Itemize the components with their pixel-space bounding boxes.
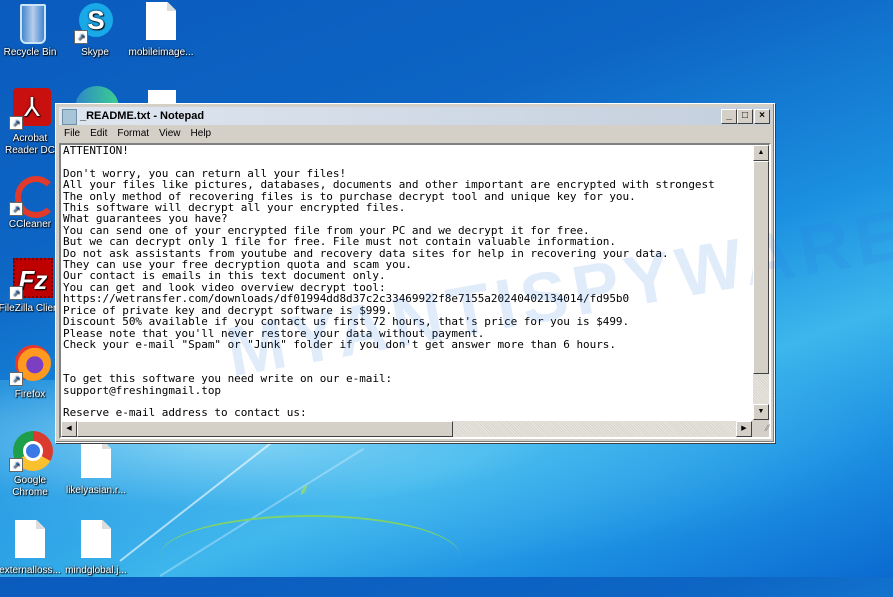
scroll-right-button[interactable]: ▶ (736, 421, 752, 437)
shortcut-arrow-icon: ↗ (9, 202, 23, 216)
title-bar[interactable]: _README.txt - Notepad _ □ × (59, 107, 771, 125)
desktop-icon-externalloss[interactable]: externalloss... (0, 520, 65, 577)
wallpaper-sprout: ⸙ (298, 482, 311, 499)
resize-grip-icon[interactable]: ⁄⁄ (752, 420, 769, 437)
shortcut-arrow-icon: ↗ (9, 458, 23, 472)
desktop-icon-label: Skype (81, 47, 109, 58)
text-line: https://wetransfer.com/downloads/df01994… (63, 292, 630, 306)
close-button[interactable]: × (754, 109, 770, 124)
desktop-icon-label: mobileimage... (128, 47, 194, 58)
file-icon (75, 440, 117, 482)
desktop-icon-label: likelyasian.r... (65, 485, 127, 496)
text-content[interactable]: ATTENTION! Don't worry, you can return a… (62, 145, 751, 419)
horizontal-scroll-thumb[interactable] (77, 421, 453, 437)
minimize-button[interactable]: _ (721, 109, 737, 124)
recycle-bin-icon (9, 2, 51, 44)
shortcut-arrow-icon: ↗ (74, 30, 88, 44)
menu-edit[interactable]: Edit (85, 126, 112, 142)
desktop-icon-label: Recycle Bin (3, 47, 57, 58)
scroll-left-button[interactable]: ◀ (61, 421, 77, 437)
desktop-icon-label: Google Chrome (12, 475, 48, 498)
text-line: To get this software you need write on o… (63, 372, 393, 386)
wallpaper-vine (160, 515, 460, 597)
desktop-icon-skype[interactable]: S ↗ Skype (60, 2, 130, 59)
acrobat-icon: ⅄ ↗ (9, 88, 51, 130)
maximize-button[interactable]: □ (737, 109, 753, 124)
desktop-icon-recycle-bin[interactable]: Recycle Bin (0, 2, 65, 59)
text-line: Reserve e-mail address to contact us: (63, 406, 307, 419)
scroll-up-button[interactable]: ▲ (753, 145, 769, 161)
text-line: support@freshingmail.top (63, 383, 221, 397)
menu-file[interactable]: File (59, 126, 85, 142)
chrome-icon: ↗ (9, 430, 53, 472)
menu-view[interactable]: View (154, 126, 186, 142)
text-line: Discount 50% available if you contact us… (63, 315, 630, 329)
text-line (63, 350, 751, 361)
notepad-icon (62, 109, 77, 125)
file-icon (9, 520, 51, 562)
shortcut-arrow-icon: ↗ (9, 116, 23, 130)
desktop-icon-mobileimage[interactable]: mobileimage... (126, 2, 196, 59)
menu-help[interactable]: Help (186, 126, 217, 142)
scroll-down-button[interactable]: ▼ (753, 404, 769, 420)
shortcut-arrow-icon: ↗ (9, 372, 23, 386)
ccleaner-icon: ↗ (9, 174, 57, 218)
desktop-icon-label: externalloss... (0, 565, 61, 576)
desktop-icon-label: mindglobal.j... (65, 565, 127, 576)
text-editor[interactable]: ATTENTION! Don't worry, you can return a… (59, 143, 893, 439)
text-line: ATTENTION! (63, 145, 129, 157)
shortcut-arrow-icon: ↗ (9, 286, 23, 300)
file-icon (75, 520, 117, 562)
text-line: Check your e-mail "Spam" or "Junk" folde… (63, 337, 616, 351)
menu-format[interactable]: Format (112, 126, 154, 142)
vertical-scrollbar[interactable]: ▲ ▼ (753, 145, 769, 420)
file-icon (140, 2, 182, 44)
filezilla-icon: Fz ↗ (9, 258, 53, 300)
vertical-scroll-thumb[interactable] (753, 161, 769, 374)
text-line: But we can decrypt only 1 file for free.… (63, 235, 616, 249)
text-line: All your files like pictures, databases,… (63, 178, 715, 192)
desktop-icon-mindglobal[interactable]: mindglobal.j... (61, 520, 131, 577)
menu-bar: File Edit Format View Help (59, 126, 771, 142)
firefox-icon: ↗ (9, 344, 51, 386)
skype-icon: S ↗ (74, 2, 116, 44)
window-title: _README.txt - Notepad (80, 110, 205, 122)
horizontal-scrollbar[interactable]: ◀ ▶ (61, 421, 752, 437)
notepad-window: _README.txt - Notepad _ □ × File Edit Form… (55, 103, 893, 443)
desktop-icon-likelyasian[interactable]: likelyasian.r... (61, 440, 131, 497)
